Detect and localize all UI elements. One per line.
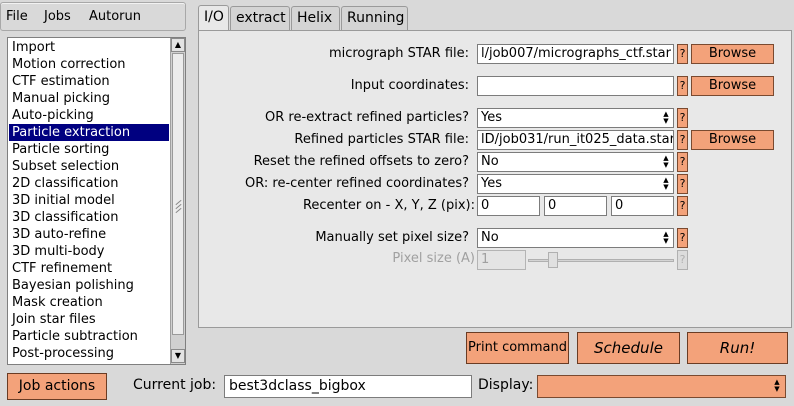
list-item-selected[interactable]: Particle extraction [9,124,169,141]
help-button[interactable]: ? [677,108,688,128]
print-command-button[interactable]: Print command [466,332,569,364]
scroll-up-icon[interactable]: ▲ [171,38,185,52]
coords-input[interactable] [477,76,674,96]
list-item[interactable]: Bayesian polishing [12,277,134,294]
reset-value: No [481,154,499,169]
list-item[interactable]: Import [12,39,55,56]
recenter-y-input[interactable]: 0 [544,196,607,216]
pixel-size-label: Pixel size (A) [392,251,475,266]
pixel-size-input[interactable]: 1 [477,250,526,270]
current-job-input[interactable]: best3dclass_bigbox [224,375,472,398]
list-item[interactable]: Motion correction [12,56,126,73]
list-item[interactable]: 2D classification [12,175,119,192]
run-button[interactable]: Run! [687,332,788,364]
schedule-button[interactable]: Schedule [577,332,680,364]
help-button[interactable]: ? [677,130,688,150]
menu-bar: File Jobs Autorun [0,2,186,31]
updown-arrows-icon: ▲ ▼ [663,176,669,191]
list-item[interactable]: Mask creation [12,294,103,311]
reextract-label: OR re-extract refined particles? [265,110,469,125]
list-item[interactable]: Subset selection [12,158,119,175]
updown-arrows-icon: ▲ ▼ [663,110,669,125]
pixel-size-slider[interactable] [528,250,674,270]
menu-autorun[interactable]: Autorun [89,9,141,24]
list-item[interactable]: Particle sorting [12,141,109,158]
list-item[interactable]: 3D initial model [12,192,115,209]
tab-helix[interactable]: Helix [291,6,340,30]
menu-file[interactable]: File [6,9,28,24]
refined-label: Refined particles STAR file: [294,132,469,147]
list-item[interactable]: 3D multi-body [12,243,104,260]
help-button[interactable]: ? [677,152,688,172]
list-item[interactable]: Join star files [12,311,96,328]
list-item[interactable]: Manual picking [12,90,110,107]
list-item[interactable]: CTF estimation [12,73,110,90]
tab-running[interactable]: Running [341,6,408,30]
help-button[interactable]: ? [677,44,688,64]
manual-pixel-choice[interactable]: No ▲ ▼ [477,228,674,248]
updown-arrows-icon: ▲ ▼ [663,230,669,245]
display-label: Display: [478,377,534,393]
tab-io[interactable]: I/O [198,5,229,31]
job-list-scrollbar[interactable]: ▲ ▼ [170,38,185,364]
updown-arrows-icon: ▲ ▼ [663,154,669,169]
help-button[interactable]: ? [677,196,688,216]
recenter-choice[interactable]: Yes ▲ ▼ [477,174,674,194]
manual-pixel-value: No [481,230,499,245]
reextract-value: Yes [481,110,502,125]
job-actions-button[interactable]: Job actions [7,373,107,400]
scroll-thumb[interactable] [172,53,184,335]
refined-input[interactable]: lD/job031/run_it025_data.star [477,130,674,150]
job-type-list[interactable]: Import Motion correction CTF estimation … [7,37,186,365]
xyz-label: Recenter on - X, Y, Z (pix): [302,198,475,213]
reset-choice[interactable]: No ▲ ▼ [477,152,674,172]
updown-arrows-icon: ▲ ▼ [774,378,780,393]
reset-label: Reset the refined offsets to zero? [253,154,469,169]
list-item[interactable]: 3D auto-refine [12,226,106,243]
help-button[interactable]: ? [677,228,688,248]
help-button[interactable]: ? [677,250,688,270]
recenter-value: Yes [481,176,502,191]
coords-browse-button[interactable]: Browse [691,76,774,96]
list-item[interactable]: Particle subtraction [12,328,138,345]
slider-thumb[interactable] [548,252,558,268]
recenter-z-input[interactable]: 0 [611,196,674,216]
micrograph-label: micrograph STAR file: [328,46,469,61]
current-job-label: Current job: [133,377,217,393]
recenter-label: OR: re-center refined coordinates? [245,176,469,191]
list-item[interactable]: Auto-picking [12,107,94,124]
micrograph-browse-button[interactable]: Browse [691,44,774,64]
help-button[interactable]: ? [677,174,688,194]
manual-pixel-label: Manually set pixel size? [315,230,469,245]
list-item[interactable]: Post-processing [12,345,114,362]
tab-extract[interactable]: extract [230,6,290,30]
list-item[interactable]: 3D classification [12,209,119,226]
coords-label: Input coordinates: [350,78,469,93]
refined-browse-button[interactable]: Browse [691,130,774,150]
display-choice[interactable]: ▲ ▼ [537,375,786,398]
list-item[interactable]: CTF refinement [12,260,112,277]
recenter-x-input[interactable]: 0 [477,196,540,216]
help-button[interactable]: ? [677,76,688,96]
menu-jobs[interactable]: Jobs [44,9,71,24]
scroll-down-icon[interactable]: ▼ [171,349,185,363]
micrograph-input[interactable]: l/job007/micrographs_ctf.star [477,44,674,64]
reextract-choice[interactable]: Yes ▲ ▼ [477,108,674,128]
